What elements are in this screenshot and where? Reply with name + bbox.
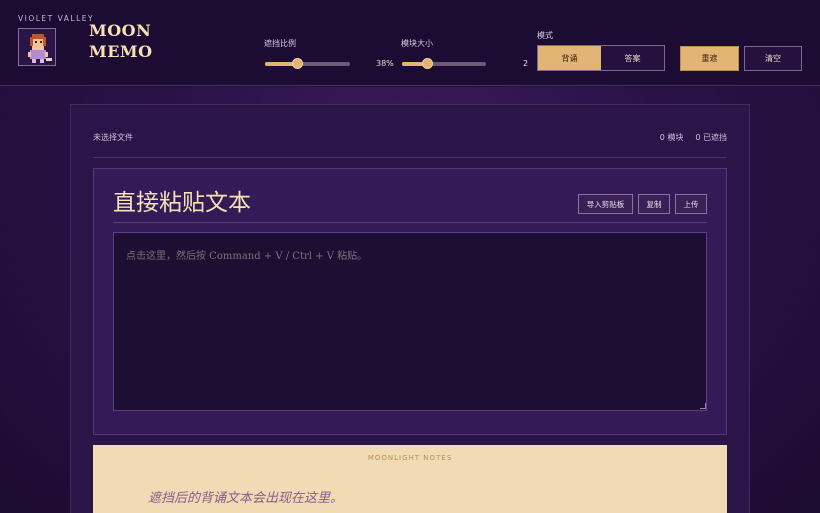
blocks-count: 0 模块 [659, 133, 684, 142]
star-icon: · [361, 454, 365, 462]
mode-option-answer[interactable]: 答案 [601, 46, 664, 70]
mask-ratio-thumb[interactable] [292, 58, 304, 69]
notes-kicker-text: MOONLIGHT NOTES [367, 454, 453, 462]
copy-button[interactable]: 复制 [638, 194, 670, 214]
mask-ratio-value: 38% [376, 59, 394, 68]
pixel-girl-icon [28, 34, 52, 63]
paste-title: 直接粘贴文本 [113, 190, 251, 216]
brand-kicker: VIOLET VALLEY [18, 14, 95, 23]
notes-output: 遮挡后的背诵文本会出现在这里。 [148, 491, 344, 506]
brand-title: MOON MEMO [89, 20, 169, 62]
counts: 0 模块 0 已遮挡 [660, 132, 727, 143]
star-icon: · [455, 454, 459, 462]
upload-button[interactable]: 上传 [675, 194, 707, 214]
panel-divider [113, 222, 707, 223]
paste-textarea[interactable] [113, 232, 707, 411]
clear-button[interactable]: 清空 [744, 46, 802, 71]
brand-title-line2: MEMO [89, 42, 153, 61]
resize-grip-icon[interactable] [700, 403, 706, 409]
import-clipboard-button[interactable]: 导入剪贴板 [578, 194, 633, 214]
moonlight-notes: · MOONLIGHT NOTES · 遮挡后的背诵文本会出现在这里。 [93, 445, 727, 513]
file-status: 未选择文件 [93, 133, 133, 142]
mask-ratio-label: 遮挡比例 [264, 39, 296, 48]
app-header: VIOLET VALLEY MOON MEMO 遮挡比例 38% 模块大小 2 … [0, 0, 820, 86]
mask-ratio-slider[interactable] [265, 57, 350, 71]
brand-title-line1: MOON [89, 21, 152, 40]
remask-button[interactable]: 重遮 [680, 46, 739, 71]
block-size-value: 2 [523, 59, 529, 68]
notes-kicker: · MOONLIGHT NOTES · [93, 454, 727, 462]
block-size-label: 模块大小 [401, 39, 433, 48]
masked-count: 0 已遮挡 [695, 133, 727, 142]
mode-option-recite[interactable]: 背诵 [538, 46, 601, 70]
avatar [18, 28, 56, 66]
mode-label: 模式 [537, 31, 553, 40]
block-size-slider[interactable] [402, 57, 486, 71]
block-size-thumb[interactable] [422, 58, 434, 69]
divider [93, 157, 727, 158]
mode-toggle: 背诵 答案 [537, 45, 665, 71]
